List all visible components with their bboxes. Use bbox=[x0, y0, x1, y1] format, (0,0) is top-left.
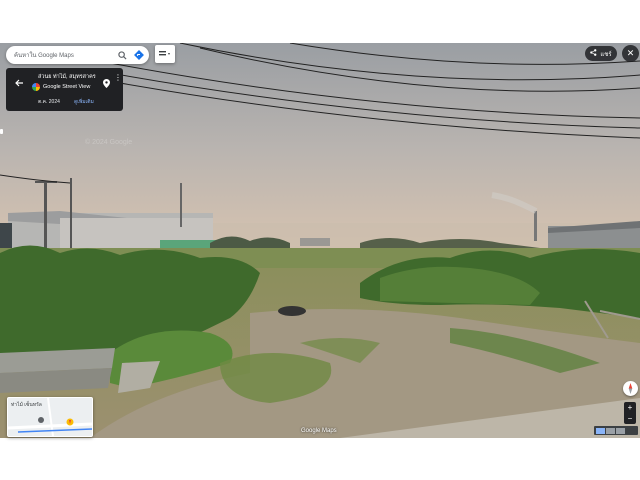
layers-icon bbox=[159, 45, 171, 63]
source-row: Google Street View bbox=[32, 83, 90, 91]
place-name: ส่วนย ท่าไม้, สมุทรสาคร bbox=[38, 74, 96, 80]
minimap[interactable]: ท่าไม้ เซ็นทรัล bbox=[7, 397, 93, 437]
map-controls-strip[interactable] bbox=[594, 426, 638, 435]
close-button[interactable]: ✕ bbox=[622, 45, 639, 62]
control-segment[interactable] bbox=[616, 427, 625, 434]
minimap-label: ท่าไม้ เซ็นทรัล bbox=[11, 402, 42, 408]
control-segment[interactable] bbox=[606, 427, 615, 434]
copyright-watermark: © 2024 Google bbox=[85, 139, 133, 146]
capture-date: ต.ค. 2024 bbox=[38, 99, 60, 105]
close-icon: ✕ bbox=[626, 48, 635, 58]
more-vert-icon[interactable]: ⋮ bbox=[114, 74, 122, 82]
zoom-in-button[interactable]: + bbox=[628, 403, 633, 412]
compass-icon[interactable] bbox=[623, 381, 638, 396]
google-maps-attribution: Google Maps bbox=[301, 428, 337, 434]
back-arrow-icon[interactable] bbox=[14, 75, 24, 87]
share-icon bbox=[590, 49, 597, 58]
layers-button[interactable] bbox=[155, 45, 175, 63]
control-segment[interactable] bbox=[596, 427, 605, 434]
zoom-out-button[interactable]: − bbox=[628, 414, 633, 423]
search-icon[interactable] bbox=[115, 48, 129, 62]
source-label: Google Street View bbox=[43, 84, 91, 90]
street-view-info-card: ส่วนย ท่าไม้, สมุทรสาคร ⋮ Google Street … bbox=[6, 68, 123, 111]
share-button[interactable]: แชร์ bbox=[585, 46, 617, 61]
see-more-link[interactable]: ดูเพิ่มเติม bbox=[74, 98, 94, 106]
search-box[interactable]: ค้นหาใน Google Maps bbox=[6, 46, 149, 64]
mouse-cursor bbox=[0, 129, 3, 134]
google-logo-icon bbox=[32, 83, 40, 91]
location-pin-icon[interactable] bbox=[103, 75, 110, 93]
share-label: แชร์ bbox=[600, 51, 612, 58]
directions-icon[interactable] bbox=[132, 48, 146, 62]
zoom-control: + − bbox=[624, 402, 636, 424]
search-input[interactable]: ค้นหาใน Google Maps bbox=[6, 50, 115, 60]
